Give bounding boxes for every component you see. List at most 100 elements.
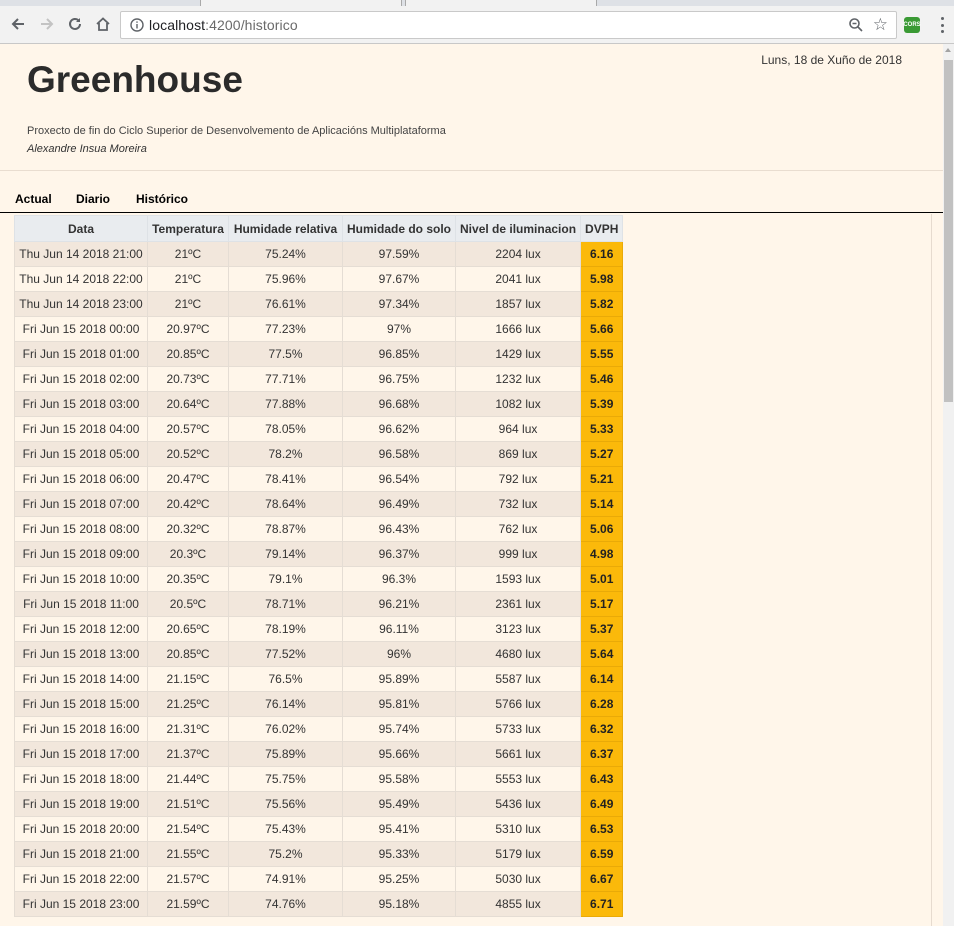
table-row[interactable]: Fri Jun 15 2018 01:00 20.85ºC 77.5% 96.85% 1… — [14, 341, 624, 367]
table-row[interactable]: Fri Jun 15 2018 07:00 20.42ºC 78.64% 96.49%… — [14, 491, 624, 517]
cell-light-level: 732 lux — [455, 491, 582, 517]
cell-dvph: 5.82 — [580, 291, 624, 317]
table-row[interactable]: Fri Jun 15 2018 23:00 21.59ºC 74.76% 95.18%… — [14, 891, 624, 917]
cell-relative-humidity: 75.24% — [228, 241, 343, 267]
table-row[interactable]: Fri Jun 15 2018 15:00 21.25ºC 76.14% 95.81%… — [14, 691, 624, 717]
nav-item-diario[interactable]: Diario — [76, 192, 110, 206]
nav-item-actual[interactable]: Actual — [15, 192, 52, 206]
table-row[interactable]: Thu Jun 14 2018 21:00 21ºC 75.24% 97.59% 220… — [14, 241, 624, 267]
cell-soil-humidity: 96.43% — [341, 516, 457, 542]
info-icon[interactable] — [130, 18, 144, 32]
cell-temperature: 20.57ºC — [147, 416, 229, 442]
cell-light-level: 5661 lux — [455, 741, 582, 767]
column-header-dvph[interactable]: DVPH — [580, 215, 624, 242]
cell-soil-humidity: 96.21% — [341, 591, 457, 617]
cell-light-level: 3123 lux — [455, 616, 582, 642]
table-row[interactable]: Fri Jun 15 2018 13:00 20.85ºC 77.52% 96% 468… — [14, 641, 624, 667]
table-row[interactable]: Thu Jun 14 2018 22:00 21ºC 75.96% 97.67% 204… — [14, 266, 624, 292]
cell-soil-humidity: 96.3% — [341, 566, 457, 592]
scroll-up-arrow-icon[interactable] — [945, 48, 951, 52]
table-header-row: Data Temperatura Humidade relativa Humid… — [14, 215, 624, 242]
cell-relative-humidity: 77.5% — [228, 341, 343, 367]
home-button[interactable] — [92, 13, 114, 35]
table-row[interactable]: Fri Jun 15 2018 14:00 21.15ºC 76.5% 95.89% 5… — [14, 666, 624, 692]
table-row[interactable]: Fri Jun 15 2018 06:00 20.47ºC 78.41% 96.54%… — [14, 466, 624, 492]
url-host: localhost — [149, 17, 206, 33]
table-row[interactable]: Fri Jun 15 2018 16:00 21.31ºC 76.02% 95.74%… — [14, 716, 624, 742]
cell-date: Fri Jun 15 2018 00:00 — [14, 316, 148, 342]
cell-dvph: 5.27 — [580, 441, 624, 467]
page-content: Greenhouse Luns, 18 de Xuño de 2018 Prox… — [0, 44, 943, 926]
page-scrollbar[interactable] — [943, 44, 954, 926]
author-name: Alexandre Insua Moreira — [27, 143, 147, 155]
column-header-soil-humidity[interactable]: Humidade do solo — [341, 215, 457, 242]
column-header-date[interactable]: Data — [14, 215, 148, 242]
column-header-temperature[interactable]: Temperatura — [147, 215, 229, 242]
table-row[interactable]: Fri Jun 15 2018 18:00 21.44ºC 75.75% 95.58%… — [14, 766, 624, 792]
address-bar[interactable]: localhost:4200/historico ☆ — [120, 11, 897, 39]
forward-arrow-icon — [41, 18, 54, 30]
cell-soil-humidity: 95.89% — [341, 666, 457, 692]
table-row[interactable]: Fri Jun 15 2018 02:00 20.73ºC 77.71% 96.75%… — [14, 366, 624, 392]
zoom-icon[interactable] — [848, 17, 864, 33]
table-row[interactable]: Fri Jun 15 2018 10:00 20.35ºC 79.1% 96.3% 15… — [14, 566, 624, 592]
cell-temperature: 21.59ºC — [147, 891, 229, 917]
cell-dvph: 5.46 — [580, 366, 624, 392]
cell-dvph: 5.39 — [580, 391, 624, 417]
cors-extension-icon[interactable]: CORS — [903, 17, 921, 33]
cell-dvph: 5.64 — [580, 641, 624, 667]
cell-soil-humidity: 95.58% — [341, 766, 457, 792]
cell-temperature: 20.73ºC — [147, 366, 229, 392]
table-row[interactable]: Fri Jun 15 2018 17:00 21.37ºC 75.89% 95.66%… — [14, 741, 624, 767]
cell-dvph: 5.14 — [580, 491, 624, 517]
url-text: localhost:4200/historico — [149, 17, 298, 33]
reload-button[interactable] — [64, 13, 86, 35]
table-row[interactable]: Fri Jun 15 2018 21:00 21.55ºC 75.2% 95.33% 5… — [14, 841, 624, 867]
cell-relative-humidity: 75.89% — [228, 741, 343, 767]
cell-temperature: 20.85ºC — [147, 641, 229, 667]
table-row[interactable]: Fri Jun 15 2018 11:00 20.5ºC 78.71% 96.21% 2… — [14, 591, 624, 617]
cell-temperature: 20.97ºC — [147, 316, 229, 342]
cell-temperature: 21.54ºC — [147, 816, 229, 842]
back-button[interactable] — [7, 13, 29, 35]
table-row[interactable]: Fri Jun 15 2018 03:00 20.64ºC 77.88% 96.68%… — [14, 391, 624, 417]
table-row[interactable]: Fri Jun 15 2018 19:00 21.51ºC 75.56% 95.49%… — [14, 791, 624, 817]
cell-dvph: 5.98 — [580, 266, 624, 292]
table-row[interactable]: Thu Jun 14 2018 23:00 21ºC 76.61% 97.34% 185… — [14, 291, 624, 317]
browser-menu-icon[interactable] — [936, 16, 948, 34]
table-body: Thu Jun 14 2018 21:00 21ºC 75.24% 97.59% 220… — [14, 241, 624, 917]
cell-relative-humidity: 79.1% — [228, 566, 343, 592]
cell-temperature: 21.57ºC — [147, 866, 229, 892]
cell-relative-humidity: 79.14% — [228, 541, 343, 567]
cell-soil-humidity: 97.67% — [341, 266, 457, 292]
column-header-light-level[interactable]: Nivel de iluminacion — [455, 215, 582, 242]
cell-light-level: 1429 lux — [455, 341, 582, 367]
table-row[interactable]: Fri Jun 15 2018 04:00 20.57ºC 78.05% 96.62%… — [14, 416, 624, 442]
table-row[interactable]: Fri Jun 15 2018 22:00 21.57ºC 74.91% 95.25%… — [14, 866, 624, 892]
table-row[interactable]: Fri Jun 15 2018 00:00 20.97ºC 77.23% 97% 166… — [14, 316, 624, 342]
cell-date: Thu Jun 14 2018 21:00 — [14, 241, 148, 267]
forward-button[interactable] — [36, 13, 58, 35]
table-row[interactable]: Fri Jun 15 2018 05:00 20.52ºC 78.2% 96.58% 8… — [14, 441, 624, 467]
table-row[interactable]: Fri Jun 15 2018 12:00 20.65ºC 78.19% 96.11%… — [14, 616, 624, 642]
cell-temperature: 21.37ºC — [147, 741, 229, 767]
back-arrow-icon — [11, 18, 24, 30]
cell-temperature: 20.47ºC — [147, 466, 229, 492]
cell-light-level: 1232 lux — [455, 366, 582, 392]
cell-date: Fri Jun 15 2018 16:00 — [14, 716, 148, 742]
table-row[interactable]: Fri Jun 15 2018 09:00 20.3ºC 79.14% 96.37% 9… — [14, 541, 624, 567]
cell-temperature: 21.51ºC — [147, 791, 229, 817]
scrollbar-thumb[interactable] — [944, 60, 953, 402]
nav-item-historico[interactable]: Histórico — [136, 192, 188, 206]
cell-dvph: 5.17 — [580, 591, 624, 617]
cell-soil-humidity: 97.34% — [341, 291, 457, 317]
cell-soil-humidity: 95.81% — [341, 691, 457, 717]
table-row[interactable]: Fri Jun 15 2018 20:00 21.54ºC 75.43% 95.41%… — [14, 816, 624, 842]
cell-date: Thu Jun 14 2018 22:00 — [14, 266, 148, 292]
bookmark-star-icon[interactable]: ☆ — [873, 16, 888, 34]
table-row[interactable]: Fri Jun 15 2018 08:00 20.32ºC 78.87% 96.43%… — [14, 516, 624, 542]
cell-temperature: 20.64ºC — [147, 391, 229, 417]
cell-soil-humidity: 96.49% — [341, 491, 457, 517]
column-header-relative-humidity[interactable]: Humidade relativa — [228, 215, 343, 242]
cell-light-level: 5733 lux — [455, 716, 582, 742]
